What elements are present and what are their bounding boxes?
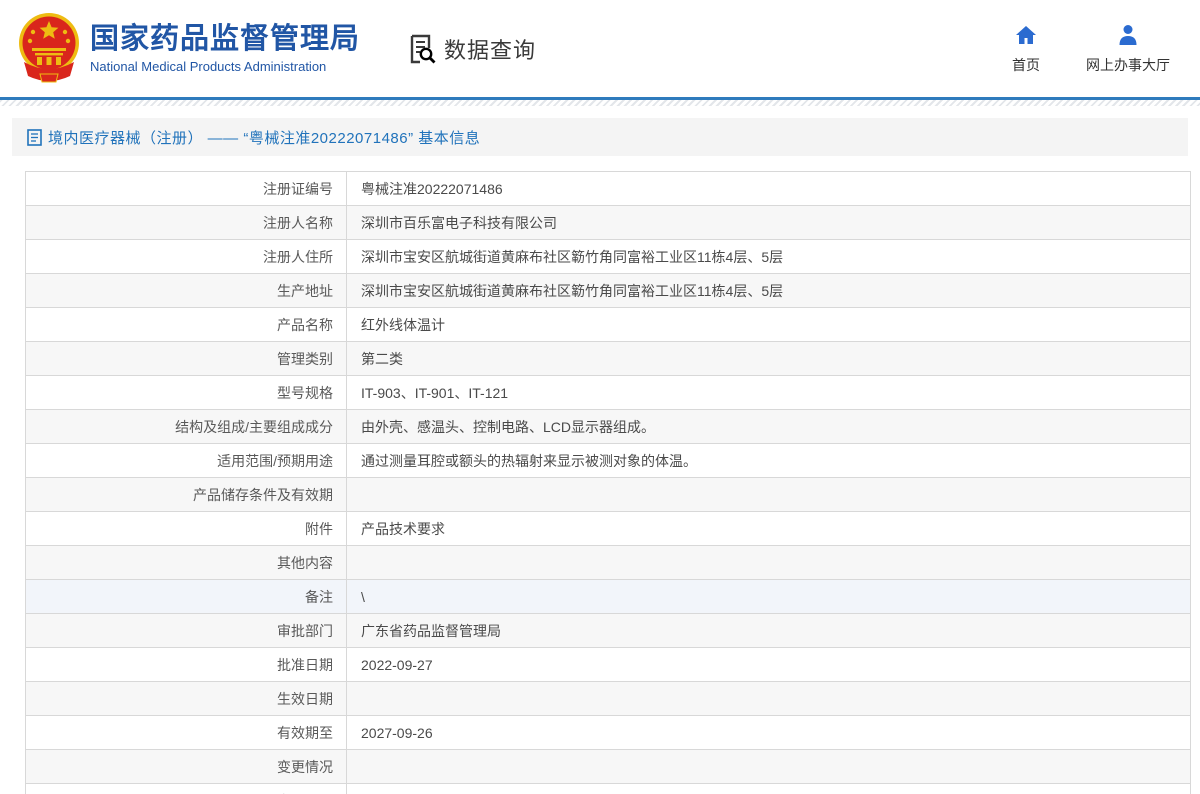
nav-item-label: 首页 — [1012, 56, 1040, 73]
row-value: 通过测量耳腔或额头的热辐射来显示被测对象的体温。 — [346, 443, 1191, 478]
org-name-en: National Medical Products Administration — [90, 59, 327, 75]
row-value — [346, 749, 1191, 784]
row-label: 有效期至 — [25, 715, 347, 750]
row-value: 红外线体温计 — [346, 307, 1191, 342]
row-value: 第二类 — [346, 341, 1191, 376]
table-row: 注册人名称 深圳市百乐富电子科技有限公司 — [25, 205, 1191, 240]
page-icon — [27, 128, 42, 146]
site-header: 国家药品监督管理局 National Medical Products Admi… — [0, 0, 1200, 97]
row-label: 管理类别 — [25, 341, 347, 376]
national-emblem-logo — [19, 12, 79, 82]
row-label: 生效日期 — [25, 681, 347, 716]
row-value — [346, 783, 1191, 794]
table-row: 注册证编号 粤械注准20222071486 — [25, 171, 1191, 206]
row-value: 粤械注准20222071486 — [346, 171, 1191, 206]
nav-item-service-hall[interactable]: 网上办事大厅 — [1086, 23, 1170, 75]
table-row: 结构及组成/主要组成成分 由外壳、感温头、控制电路、LCD显示器组成。 — [25, 409, 1191, 444]
row-value — [346, 545, 1191, 580]
nav-item-label: 网上办事大厅 — [1086, 56, 1170, 73]
row-label: 批准日期 — [25, 647, 347, 682]
row-value — [346, 477, 1191, 512]
data-query-label: 数据查询 — [444, 37, 537, 63]
row-value: 2022-09-27 — [346, 647, 1191, 682]
row-value: 深圳市百乐富电子科技有限公司 — [346, 205, 1191, 240]
person-icon — [1119, 24, 1137, 45]
table-row: 审批部门 广东省药品监督管理局 — [25, 613, 1191, 648]
table-row: 变更情况 — [25, 749, 1191, 784]
org-name-cn: 国家药品监督管理局 — [90, 22, 361, 55]
table-row: 型号规格 IT-903、IT-901、IT-121 — [25, 375, 1191, 410]
row-label: 结构及组成/主要组成成分 — [25, 409, 347, 444]
row-label: 注册人住所 — [25, 239, 347, 274]
row-label: 附件 — [25, 511, 347, 546]
org-titles: 国家药品监督管理局 National Medical Products Admi… — [90, 23, 360, 74]
row-value: 由外壳、感温头、控制电路、LCD显示器组成。 — [346, 409, 1191, 444]
row-value: \ — [346, 579, 1191, 614]
row-value: 深圳市宝安区航城街道黄麻布社区簕竹角同富裕工业区11栋4层、5层 — [346, 273, 1191, 308]
table-row: 变更日期 — [25, 783, 1191, 794]
table-row: 有效期至 2027-09-26 — [25, 715, 1191, 750]
header-nav: 首页 网上办事大厅 — [1012, 23, 1170, 75]
row-label: 变更情况 — [25, 749, 347, 784]
table-row: 生效日期 — [25, 681, 1191, 716]
header-divider-hatch — [0, 100, 1200, 106]
table-row: 生产地址 深圳市宝安区航城街道黄麻布社区簕竹角同富裕工业区11栋4层、5层 — [25, 273, 1191, 308]
table-row: 附件 产品技术要求 — [25, 511, 1191, 546]
data-query-section[interactable]: 数据查询 — [406, 33, 536, 65]
row-label: 注册人名称 — [25, 205, 347, 240]
breadcrumb: 境内医疗器械（注册） —— “粤械注准20222071486” 基本信息 — [12, 118, 1188, 156]
row-value: 产品技术要求 — [346, 511, 1191, 546]
row-label: 产品储存条件及有效期 — [25, 477, 347, 512]
row-label: 生产地址 — [25, 273, 347, 308]
row-value: IT-903、IT-901、IT-121 — [346, 375, 1191, 410]
row-value — [346, 681, 1191, 716]
row-label: 适用范围/预期用途 — [25, 443, 347, 478]
table-row: 其他内容 — [25, 545, 1191, 580]
row-label: 产品名称 — [25, 307, 347, 342]
table-row: 管理类别 第二类 — [25, 341, 1191, 376]
row-label: 变更日期 — [25, 783, 347, 794]
table-row: 备注 \ — [25, 579, 1191, 614]
table-row: 适用范围/预期用途 通过测量耳腔或额头的热辐射来显示被测对象的体温。 — [25, 443, 1191, 478]
table-row: 产品名称 红外线体温计 — [25, 307, 1191, 342]
home-icon — [1016, 25, 1036, 44]
registration-info-table: 注册证编号 粤械注准20222071486 注册人名称 深圳市百乐富电子科技有限公司注… — [25, 171, 1191, 794]
nav-item-home[interactable]: 首页 — [1012, 23, 1040, 75]
row-label: 型号规格 — [25, 375, 347, 410]
row-label: 注册证编号 — [25, 171, 347, 206]
row-label: 其他内容 — [25, 545, 347, 580]
row-value: 深圳市宝安区航城街道黄麻布社区簕竹角同富裕工业区11栋4层、5层 — [346, 239, 1191, 274]
table-row: 批准日期 2022-09-27 — [25, 647, 1191, 682]
table-row: 注册人住所 深圳市宝安区航城街道黄麻布社区簕竹角同富裕工业区11栋4层、5层 — [25, 239, 1191, 274]
document-search-icon — [410, 34, 436, 63]
page-title: 境内医疗器械（注册） —— “粤械注准20222071486” 基本信息 — [48, 129, 481, 147]
row-value: 2027-09-26 — [346, 715, 1191, 750]
row-label: 审批部门 — [25, 613, 347, 648]
row-label: 备注 — [25, 579, 347, 614]
table-row: 产品储存条件及有效期 — [25, 477, 1191, 512]
row-value: 广东省药品监督管理局 — [346, 613, 1191, 648]
